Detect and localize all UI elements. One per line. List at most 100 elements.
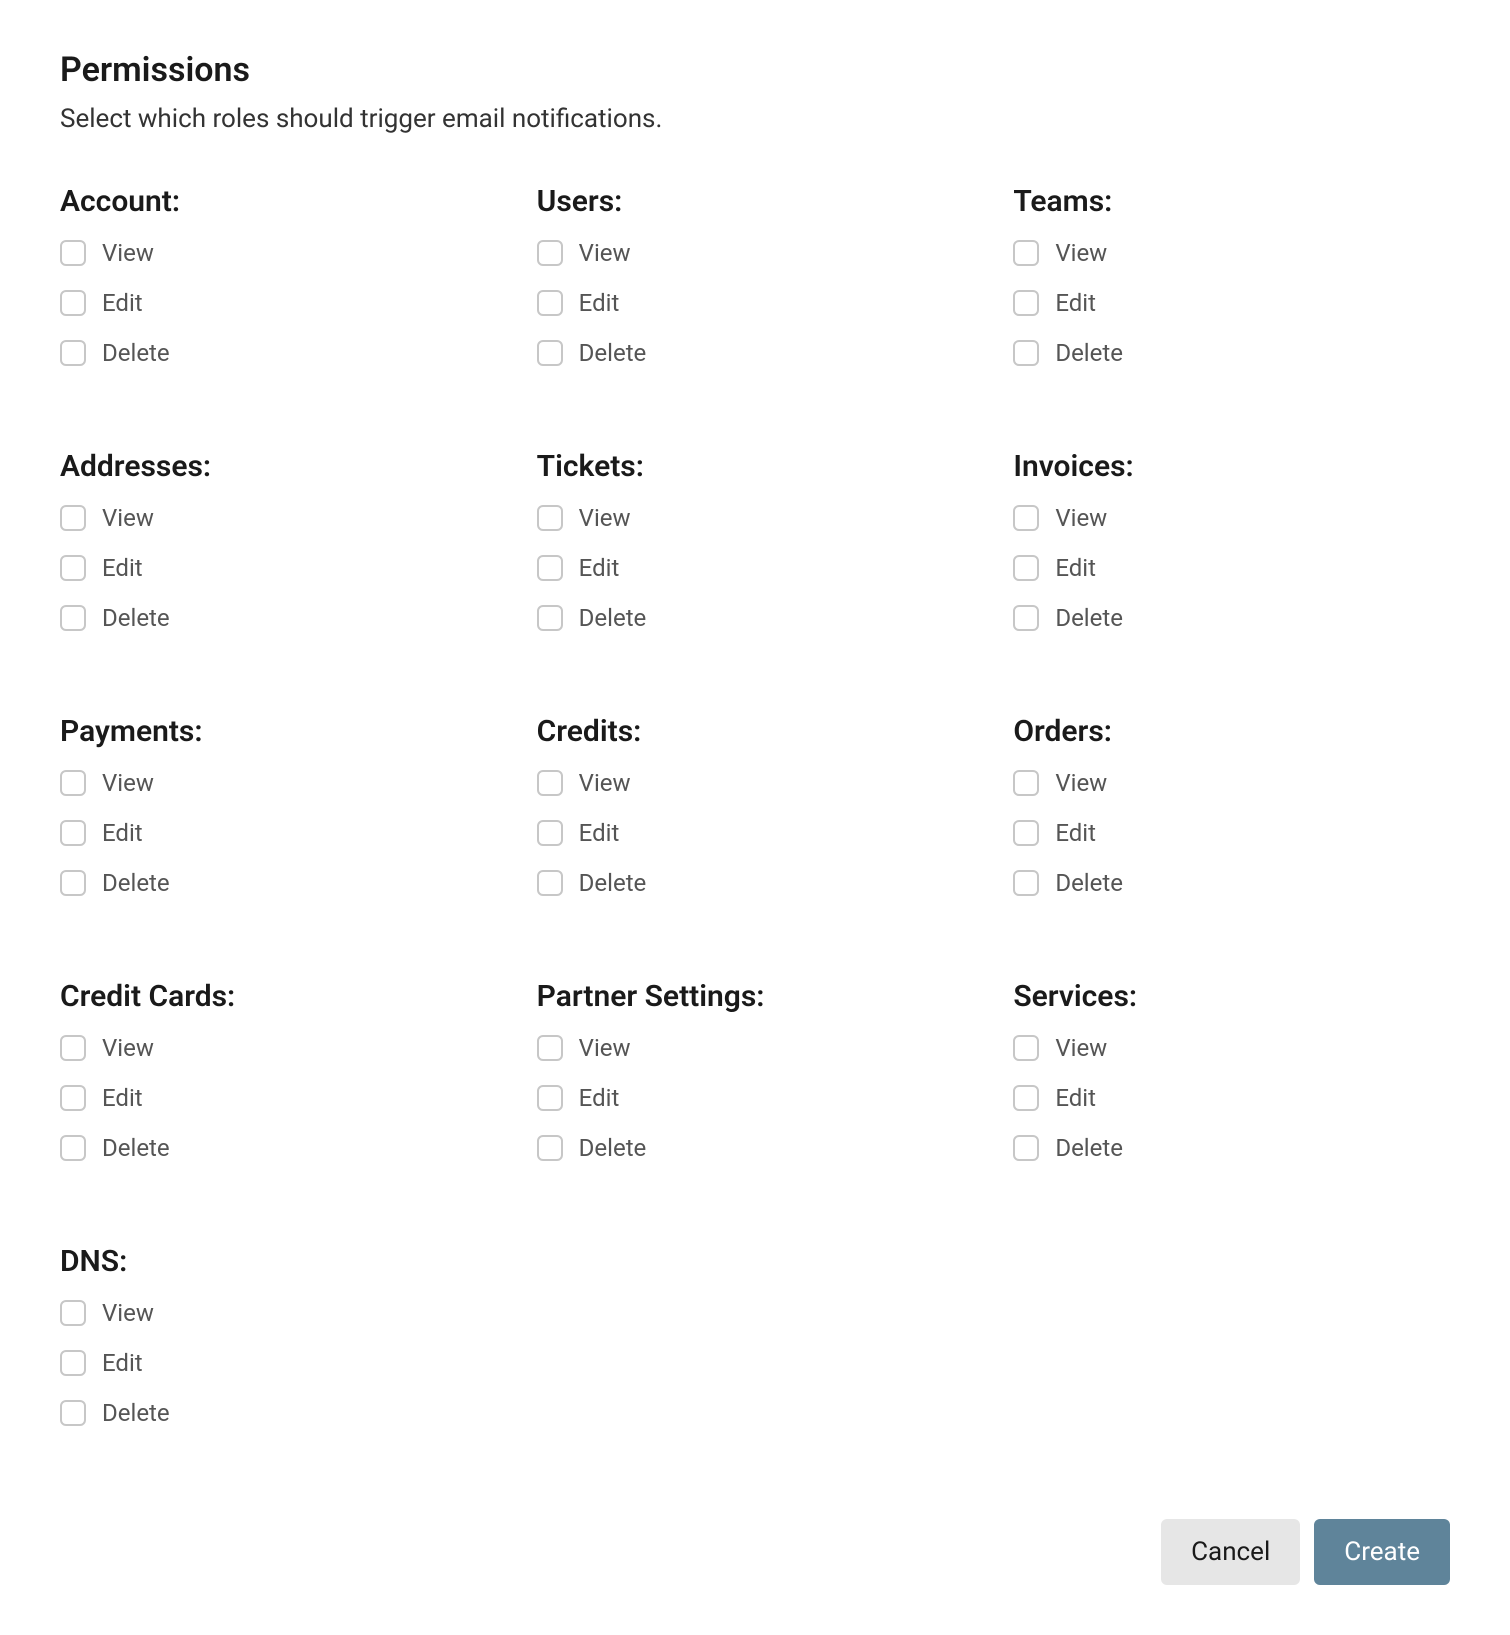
checkbox-payments-edit[interactable]	[60, 820, 86, 846]
checkbox-payments-view[interactable]	[60, 770, 86, 796]
checkbox-row-teams-delete: Delete	[1013, 339, 1450, 367]
checkbox-label-credits-edit: Edit	[579, 819, 620, 847]
checkbox-account-view[interactable]	[60, 240, 86, 266]
checkbox-row-account-edit: Edit	[60, 289, 497, 317]
checkbox-partner-settings-delete[interactable]	[537, 1135, 563, 1161]
checkbox-label-tickets-edit: Edit	[579, 554, 620, 582]
checkbox-invoices-view[interactable]	[1013, 505, 1039, 531]
checkbox-services-edit[interactable]	[1013, 1085, 1039, 1111]
checkbox-row-partner-settings-view: View	[537, 1034, 974, 1062]
checkbox-label-services-delete: Delete	[1055, 1134, 1123, 1162]
checkbox-dns-delete[interactable]	[60, 1400, 86, 1426]
checkbox-label-orders-edit: Edit	[1055, 819, 1096, 847]
checkbox-teams-edit[interactable]	[1013, 290, 1039, 316]
checkbox-dns-view[interactable]	[60, 1300, 86, 1326]
checkbox-orders-view[interactable]	[1013, 770, 1039, 796]
checkbox-row-orders-delete: Delete	[1013, 869, 1450, 897]
checkbox-row-users-edit: Edit	[537, 289, 974, 317]
permission-group-credits: Credits:ViewEditDelete	[537, 714, 974, 919]
checkbox-label-dns-view: View	[102, 1299, 154, 1327]
checkbox-label-addresses-delete: Delete	[102, 604, 170, 632]
checkbox-invoices-edit[interactable]	[1013, 555, 1039, 581]
page-subtitle: Select which roles should trigger email …	[60, 104, 1450, 134]
checkbox-credits-delete[interactable]	[537, 870, 563, 896]
checkbox-tickets-delete[interactable]	[537, 605, 563, 631]
checkbox-credit-cards-edit[interactable]	[60, 1085, 86, 1111]
checkbox-addresses-view[interactable]	[60, 505, 86, 531]
checkbox-credit-cards-view[interactable]	[60, 1035, 86, 1061]
checkbox-services-delete[interactable]	[1013, 1135, 1039, 1161]
checkbox-label-teams-delete: Delete	[1055, 339, 1123, 367]
checkbox-users-delete[interactable]	[537, 340, 563, 366]
group-title-credit-cards: Credit Cards:	[60, 979, 497, 1014]
button-row: Cancel Create	[60, 1519, 1450, 1585]
checkbox-label-addresses-edit: Edit	[102, 554, 143, 582]
checkbox-label-users-delete: Delete	[579, 339, 647, 367]
checkbox-row-credits-delete: Delete	[537, 869, 974, 897]
checkbox-users-edit[interactable]	[537, 290, 563, 316]
checkbox-row-payments-view: View	[60, 769, 497, 797]
checkbox-row-dns-edit: Edit	[60, 1349, 497, 1377]
checkbox-row-orders-edit: Edit	[1013, 819, 1450, 847]
checkbox-label-teams-view: View	[1055, 239, 1107, 267]
checkbox-label-tickets-delete: Delete	[579, 604, 647, 632]
checkbox-partner-settings-view[interactable]	[537, 1035, 563, 1061]
checkbox-dns-edit[interactable]	[60, 1350, 86, 1376]
checkbox-account-edit[interactable]	[60, 290, 86, 316]
permission-group-tickets: Tickets:ViewEditDelete	[537, 449, 974, 654]
checkbox-row-partner-settings-delete: Delete	[537, 1134, 974, 1162]
page-title: Permissions	[60, 50, 1450, 90]
checkbox-label-credit-cards-delete: Delete	[102, 1134, 170, 1162]
create-button[interactable]: Create	[1314, 1519, 1450, 1585]
checkbox-label-services-view: View	[1055, 1034, 1107, 1062]
checkbox-row-addresses-view: View	[60, 504, 497, 532]
checkbox-teams-view[interactable]	[1013, 240, 1039, 266]
checkbox-label-orders-view: View	[1055, 769, 1107, 797]
checkbox-partner-settings-edit[interactable]	[537, 1085, 563, 1111]
checkbox-row-users-delete: Delete	[537, 339, 974, 367]
checkbox-row-services-view: View	[1013, 1034, 1450, 1062]
checkbox-row-partner-settings-edit: Edit	[537, 1084, 974, 1112]
checkbox-row-invoices-edit: Edit	[1013, 554, 1450, 582]
checkbox-label-orders-delete: Delete	[1055, 869, 1123, 897]
checkbox-account-delete[interactable]	[60, 340, 86, 366]
checkbox-label-partner-settings-view: View	[579, 1034, 631, 1062]
checkbox-credits-edit[interactable]	[537, 820, 563, 846]
cancel-button[interactable]: Cancel	[1161, 1519, 1300, 1585]
checkbox-label-addresses-view: View	[102, 504, 154, 532]
group-title-services: Services:	[1013, 979, 1450, 1014]
checkbox-orders-edit[interactable]	[1013, 820, 1039, 846]
checkbox-label-invoices-edit: Edit	[1055, 554, 1096, 582]
checkbox-addresses-delete[interactable]	[60, 605, 86, 631]
checkbox-credit-cards-delete[interactable]	[60, 1135, 86, 1161]
checkbox-orders-delete[interactable]	[1013, 870, 1039, 896]
checkbox-invoices-delete[interactable]	[1013, 605, 1039, 631]
checkbox-row-addresses-edit: Edit	[60, 554, 497, 582]
group-title-payments: Payments:	[60, 714, 497, 749]
checkbox-users-view[interactable]	[537, 240, 563, 266]
permission-group-users: Users:ViewEditDelete	[537, 184, 974, 389]
permission-group-partner-settings: Partner Settings:ViewEditDelete	[537, 979, 974, 1184]
permission-group-account: Account:ViewEditDelete	[60, 184, 497, 389]
checkbox-row-tickets-edit: Edit	[537, 554, 974, 582]
permission-group-invoices: Invoices:ViewEditDelete	[1013, 449, 1450, 654]
checkbox-row-payments-edit: Edit	[60, 819, 497, 847]
checkbox-row-credit-cards-view: View	[60, 1034, 497, 1062]
checkbox-label-credits-view: View	[579, 769, 631, 797]
group-title-addresses: Addresses:	[60, 449, 497, 484]
permission-group-orders: Orders: View Edit Delete	[1013, 714, 1450, 919]
checkbox-credits-view[interactable]	[537, 770, 563, 796]
group-title-orders: Orders:	[1013, 714, 1450, 749]
checkbox-tickets-edit[interactable]	[537, 555, 563, 581]
checkbox-label-invoices-view: View	[1055, 504, 1107, 532]
checkbox-services-view[interactable]	[1013, 1035, 1039, 1061]
checkbox-addresses-edit[interactable]	[60, 555, 86, 581]
checkbox-row-users-view: View	[537, 239, 974, 267]
checkbox-row-services-edit: Edit	[1013, 1084, 1450, 1112]
checkbox-payments-delete[interactable]	[60, 870, 86, 896]
permission-group-credit-cards: Credit Cards:ViewEditDelete	[60, 979, 497, 1184]
checkbox-tickets-view[interactable]	[537, 505, 563, 531]
checkbox-teams-delete[interactable]	[1013, 340, 1039, 366]
checkbox-row-invoices-delete: Delete	[1013, 604, 1450, 632]
permission-group-payments: Payments:ViewEditDelete	[60, 714, 497, 919]
